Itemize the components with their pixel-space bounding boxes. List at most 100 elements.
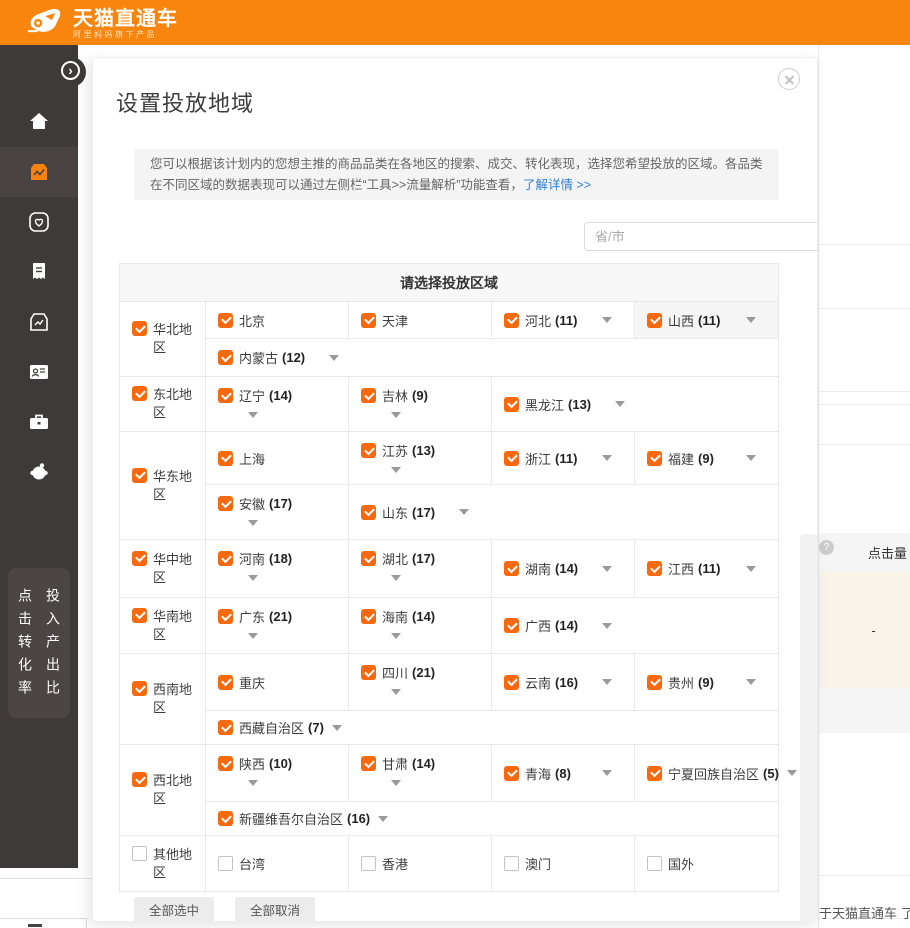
checkbox[interactable] (361, 609, 376, 624)
province-option[interactable]: 澳门 (492, 836, 635, 891)
checkbox[interactable] (504, 451, 519, 466)
chevron-down-icon[interactable] (787, 770, 797, 776)
checkbox[interactable] (218, 551, 233, 566)
checkbox[interactable] (132, 772, 147, 787)
checkbox[interactable] (361, 856, 376, 871)
checkbox[interactable] (361, 388, 376, 403)
province-option[interactable]: 福建(9) (635, 432, 778, 484)
checkbox[interactable] (218, 720, 233, 735)
province-option[interactable]: 北京 (206, 302, 349, 338)
sidebar-metrics-panel[interactable]: 点击转化率 投入产出比 (8, 568, 70, 718)
province-option[interactable]: 新疆维吾尔自治区(16) (206, 802, 778, 835)
chevron-down-icon[interactable] (391, 467, 401, 473)
checkbox[interactable] (504, 313, 519, 328)
checkbox[interactable] (361, 756, 376, 771)
province-option[interactable]: 湖北(17) (349, 540, 492, 597)
briefcase-icon[interactable] (27, 410, 51, 434)
region-group-option[interactable]: 华南地区 (120, 598, 206, 653)
chevron-down-icon[interactable] (602, 317, 612, 323)
modal-scrollbar-thumb[interactable] (800, 534, 818, 922)
checkbox[interactable] (132, 321, 147, 336)
checkbox[interactable] (218, 313, 233, 328)
close-icon[interactable] (778, 68, 800, 90)
checkbox[interactable] (218, 675, 233, 690)
chevron-down-icon[interactable] (391, 575, 401, 581)
province-option[interactable]: 浙江(11) (492, 432, 635, 484)
service-icon[interactable] (27, 460, 51, 484)
checkbox[interactable] (504, 397, 519, 412)
chevron-down-icon[interactable] (746, 317, 756, 323)
checkbox[interactable] (647, 313, 662, 328)
province-option[interactable]: 重庆 (206, 654, 349, 710)
region-search-input[interactable] (584, 222, 818, 251)
province-option[interactable]: 广西(14) (492, 598, 778, 653)
province-option[interactable]: 海南(14) (349, 598, 492, 653)
checkbox[interactable] (647, 766, 662, 781)
chevron-down-icon[interactable] (602, 679, 612, 685)
promotion-icon[interactable] (27, 160, 51, 184)
chevron-down-icon[interactable] (332, 725, 342, 731)
region-group-option[interactable]: 其他地区 (120, 836, 206, 891)
checkbox[interactable] (504, 675, 519, 690)
checkbox[interactable] (504, 856, 519, 871)
province-option[interactable]: 黑龙江(13) (492, 377, 778, 431)
province-option[interactable]: 广东(21) (206, 598, 349, 653)
chevron-down-icon[interactable] (746, 455, 756, 461)
chevron-down-icon[interactable] (391, 689, 401, 695)
checkbox[interactable] (218, 856, 233, 871)
checkbox[interactable] (504, 766, 519, 781)
learn-more-link[interactable]: 了解详情 >> (523, 178, 591, 192)
checkbox[interactable] (132, 468, 147, 483)
checkbox[interactable] (132, 846, 147, 861)
checkbox[interactable] (132, 386, 147, 401)
province-option[interactable]: 甘肃(14) (349, 745, 492, 801)
province-option[interactable]: 吉林(9) (349, 377, 492, 431)
chevron-down-icon[interactable] (602, 455, 612, 461)
province-option[interactable]: 江西(11) (635, 540, 778, 597)
chevron-down-icon[interactable] (248, 520, 258, 526)
checkbox[interactable] (647, 451, 662, 466)
province-option[interactable]: 河北(11) (492, 302, 635, 338)
chevron-down-icon[interactable] (459, 509, 469, 515)
background-widget[interactable] (0, 918, 87, 928)
checkbox[interactable] (647, 561, 662, 576)
checkbox[interactable] (361, 551, 376, 566)
home-icon[interactable] (27, 109, 51, 133)
report-icon[interactable] (27, 260, 51, 284)
chevron-down-icon[interactable] (391, 780, 401, 786)
checkbox[interactable] (218, 756, 233, 771)
chevron-down-icon[interactable] (248, 780, 258, 786)
province-option[interactable]: 山东(17) (349, 485, 778, 539)
province-option[interactable]: 辽宁(14) (206, 377, 349, 431)
province-option[interactable]: 国外 (635, 836, 778, 891)
checkbox[interactable] (132, 551, 147, 566)
favorites-icon[interactable] (27, 210, 51, 234)
chevron-down-icon[interactable] (602, 770, 612, 776)
province-option[interactable]: 西藏自治区(7) (206, 711, 778, 744)
chevron-down-icon[interactable] (248, 575, 258, 581)
province-option[interactable]: 江苏(13) (349, 432, 492, 484)
province-option[interactable]: 安徽(17) (206, 485, 349, 539)
province-option[interactable]: 云南(16) (492, 654, 635, 710)
province-option[interactable]: 青海(8) (492, 745, 635, 801)
region-group-option[interactable]: 西南地区 (120, 654, 206, 744)
checkbox[interactable] (361, 313, 376, 328)
chevron-down-icon[interactable] (378, 816, 388, 822)
checkbox[interactable] (132, 681, 147, 696)
checkbox[interactable] (218, 609, 233, 624)
sidebar-collapse-toggle[interactable]: › (56, 57, 86, 87)
select-all-button[interactable]: 全部选中 (134, 897, 214, 922)
checkbox[interactable] (504, 618, 519, 633)
province-option[interactable]: 四川(21) (349, 654, 492, 710)
checkbox[interactable] (647, 856, 662, 871)
checkbox[interactable] (361, 665, 376, 680)
checkbox[interactable] (218, 388, 233, 403)
chevron-down-icon[interactable] (248, 412, 258, 418)
chevron-down-icon[interactable] (602, 623, 612, 629)
checkbox[interactable] (647, 675, 662, 690)
province-option[interactable]: 台湾 (206, 836, 349, 891)
region-group-option[interactable]: 东北地区 (120, 377, 206, 431)
province-option[interactable]: 天津 (349, 302, 492, 338)
chevron-down-icon[interactable] (746, 566, 756, 572)
chevron-down-icon[interactable] (329, 355, 339, 361)
